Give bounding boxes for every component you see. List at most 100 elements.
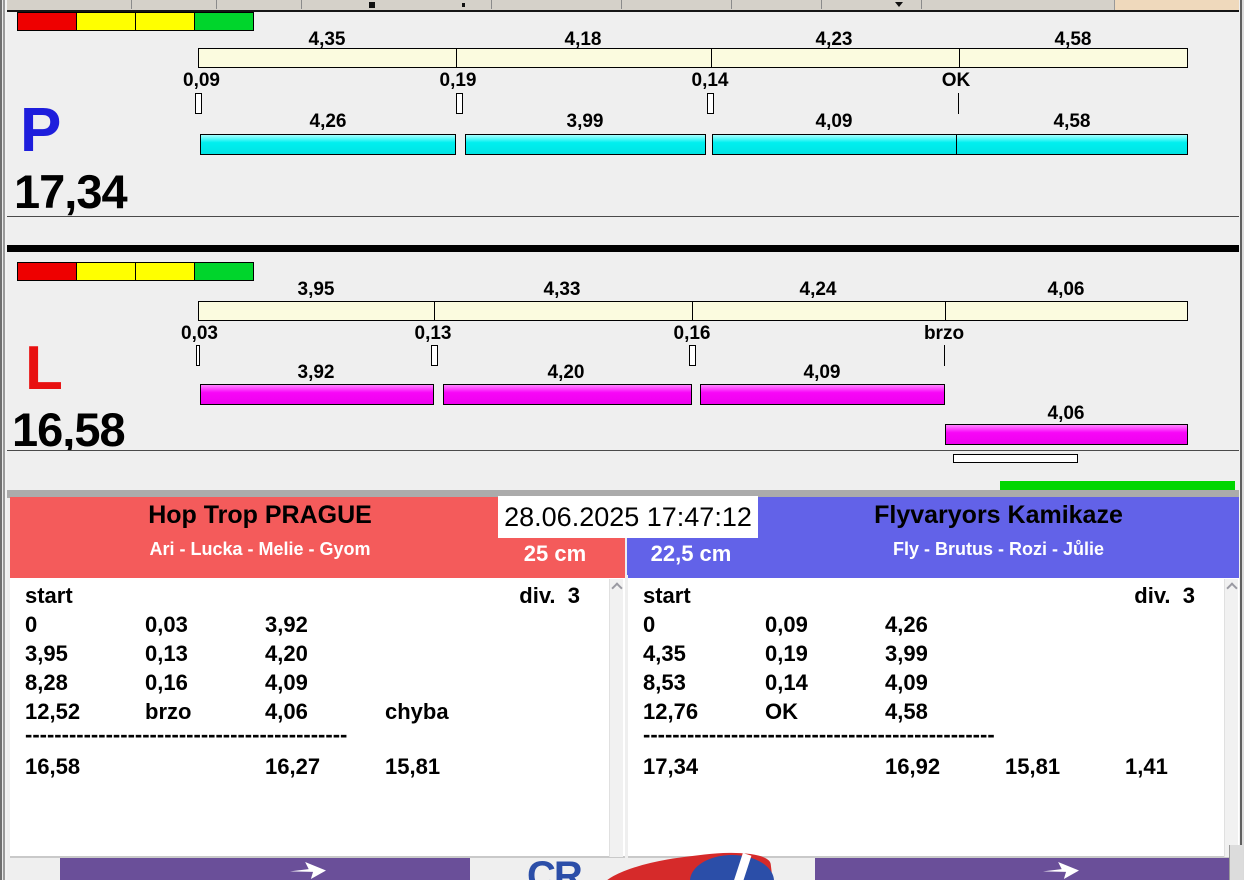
lane-l-footer-strip bbox=[7, 450, 1240, 491]
cell: 0,19 bbox=[765, 641, 808, 666]
light-red bbox=[17, 262, 77, 281]
team-left-name: Hop Trop PRAGUE bbox=[148, 501, 372, 529]
toolbar[interactable] bbox=[7, 0, 1240, 12]
net-time: 16,92 bbox=[885, 754, 941, 779]
cell: OK bbox=[765, 699, 798, 724]
team-right-jump-height: 22,5 cm bbox=[650, 541, 732, 566]
dog-run-bar bbox=[443, 384, 692, 405]
light-yellow bbox=[76, 262, 136, 281]
lane-letter-p: P bbox=[20, 96, 62, 165]
dog-time: 4,06 bbox=[1047, 403, 1085, 424]
scroll-up-icon[interactable] bbox=[611, 582, 623, 594]
toolbar-highlight-segment bbox=[1114, 0, 1240, 10]
cross-tick bbox=[958, 93, 959, 114]
team-right-dogs: Fly - Brutus - Rozi - Jůlie bbox=[892, 539, 1104, 559]
start-lights-l bbox=[17, 262, 254, 281]
cell: 4,35 bbox=[643, 641, 686, 666]
cell: 0,13 bbox=[145, 641, 188, 666]
window-border-left bbox=[0, 0, 7, 880]
best-time: 15,81 bbox=[385, 754, 441, 779]
cell: 4,09 bbox=[265, 670, 308, 695]
lane-total-l: 16,58 bbox=[12, 403, 126, 456]
dog-time: 3,92 bbox=[297, 362, 335, 383]
cell: 0,14 bbox=[765, 670, 808, 695]
light-green bbox=[194, 12, 254, 31]
dog-run-bar bbox=[700, 384, 945, 405]
footer-band-right bbox=[815, 858, 1230, 880]
totals-separator: ----------------------------------------… bbox=[25, 724, 348, 746]
team-left-dogs: Ari - Lucka - Melie - Gyom bbox=[149, 539, 371, 559]
split-time: 3,95 bbox=[297, 279, 335, 300]
cross-time: OK bbox=[941, 70, 971, 91]
cross-tick bbox=[195, 93, 202, 114]
cross-tick bbox=[196, 345, 200, 366]
light-yellow bbox=[76, 12, 136, 31]
footer-band-left bbox=[60, 858, 470, 880]
rerun-marker bbox=[953, 454, 1078, 463]
scroll-up-icon[interactable] bbox=[1226, 582, 1238, 594]
cross-tick bbox=[689, 345, 696, 366]
cross-time: 0,16 bbox=[673, 323, 711, 344]
clock-display: 28.06.2025 17:47:12 bbox=[498, 496, 758, 538]
toolbar-separator bbox=[491, 0, 492, 9]
split-divider bbox=[456, 49, 457, 67]
window-border-right bbox=[1239, 0, 1244, 880]
dog-time: 3,99 bbox=[566, 111, 604, 132]
dog-time: 4,26 bbox=[309, 111, 347, 132]
flyball-timing-window: 4,35 4,18 4,23 4,58 0,09 0,19 0,14 OK 4,… bbox=[0, 0, 1244, 880]
dog-run-bar bbox=[200, 384, 434, 405]
dog-run-bar bbox=[712, 134, 957, 155]
division-label: div. 3 bbox=[519, 583, 580, 608]
cell: 0,03 bbox=[145, 612, 188, 637]
scrollbar[interactable] bbox=[609, 579, 623, 857]
toolbar-glyph-fragment bbox=[369, 2, 375, 8]
cr-flyball-logo: CR bbox=[527, 854, 583, 880]
cross-time: 0,19 bbox=[439, 70, 477, 91]
split-divider bbox=[692, 302, 693, 320]
toolbar-separator bbox=[731, 0, 732, 9]
dog-rerun-bar bbox=[945, 424, 1188, 445]
cell: 4,26 bbox=[885, 612, 928, 637]
cell: 12,76 bbox=[643, 699, 699, 724]
split-time: 4,06 bbox=[1047, 279, 1085, 300]
toolbar-separator bbox=[216, 0, 217, 9]
cell: brzo bbox=[145, 699, 192, 724]
team-left-jump-height: 25 cm bbox=[523, 541, 587, 566]
split-time: 4,24 bbox=[799, 279, 837, 300]
dog-time: 4,09 bbox=[815, 111, 853, 132]
team-right-name: Flyvaryors Kamikaze bbox=[874, 501, 1123, 529]
cell: 12,52 bbox=[25, 699, 81, 724]
split-time: 4,33 bbox=[543, 279, 581, 300]
cross-tick bbox=[707, 93, 714, 114]
totals-separator: ----------------------------------------… bbox=[643, 724, 995, 746]
cross-time: brzo bbox=[923, 323, 965, 344]
split-bar-p bbox=[198, 48, 1188, 68]
cell: 3,95 bbox=[25, 641, 68, 666]
results-panel-right[interactable]: start div. 3 0 0,09 4,26 4,35 0,19 3,99 … bbox=[628, 575, 1240, 858]
dog-run-bar bbox=[200, 134, 456, 155]
toolbar-glyph-fragment bbox=[462, 3, 465, 7]
results-panel-left[interactable]: start div. 3 0 0,03 3,92 3,95 0,13 4,20 … bbox=[10, 575, 625, 858]
dog-time: 4,20 bbox=[547, 362, 585, 383]
progress-bar-green bbox=[1000, 481, 1235, 490]
total-time: 16,58 bbox=[25, 754, 81, 779]
window-scroll-corner bbox=[1229, 845, 1243, 880]
scrollbar[interactable] bbox=[1224, 579, 1238, 857]
logo-slash bbox=[725, 852, 752, 880]
cell: 4,06 bbox=[265, 699, 308, 724]
total-time: 17,34 bbox=[643, 754, 699, 779]
split-divider bbox=[434, 302, 435, 320]
lane-p-footer-strip bbox=[7, 216, 1240, 246]
toolbar-separator bbox=[301, 0, 302, 9]
toolbar-separator bbox=[821, 0, 822, 9]
cell: 3,99 bbox=[885, 641, 928, 666]
toolbar-separator bbox=[131, 0, 132, 9]
split-divider bbox=[945, 302, 946, 320]
split-divider bbox=[959, 49, 960, 67]
cell: 0 bbox=[25, 612, 38, 637]
start-label: start bbox=[643, 583, 691, 608]
diff-time: 1,41 bbox=[1125, 754, 1168, 779]
cell: 8,53 bbox=[643, 670, 686, 695]
toolbar-separator bbox=[621, 0, 622, 9]
lane-divider bbox=[7, 245, 1240, 252]
